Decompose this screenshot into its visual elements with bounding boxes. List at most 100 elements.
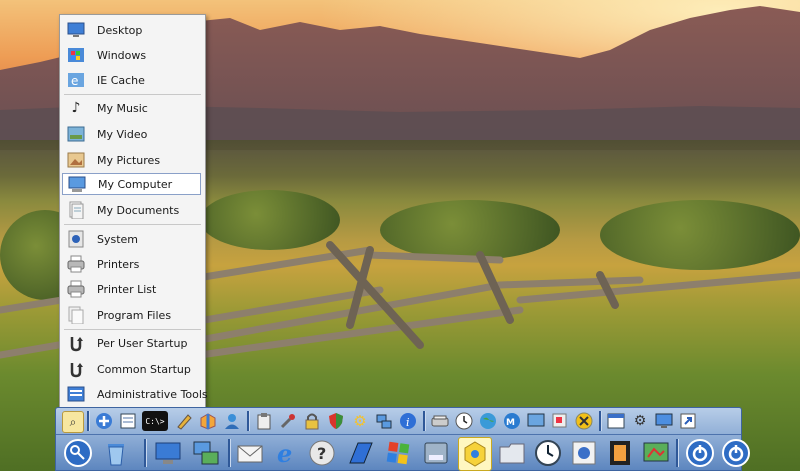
flag-icon[interactable] (344, 437, 376, 469)
menu-item-label: My Video (97, 127, 148, 141)
info-icon[interactable]: i (398, 411, 418, 431)
dock-divider (144, 439, 147, 467)
disk-icon[interactable] (420, 437, 452, 469)
svg-text:i: i (406, 416, 410, 429)
menu-item-my-computer[interactable]: My Computer (62, 173, 201, 195)
gear-icon[interactable]: ⚙ (350, 411, 370, 431)
menu-item-label: Desktop (97, 23, 143, 37)
scanner-icon[interactable] (430, 411, 450, 431)
ie-cache-icon: e (66, 70, 86, 90)
menu-item-desktop[interactable]: Desktop (62, 19, 201, 41)
command-prompt-icon[interactable]: C:\> (142, 411, 168, 431)
search-icon[interactable]: ⌕ (62, 411, 84, 433)
start-menu: Desktop Windows e IE Cache ♪ My Music My… (59, 14, 208, 408)
menu-item-windows[interactable]: Windows (62, 44, 201, 66)
close-circle-icon[interactable] (574, 411, 594, 431)
menu-item-label: My Pictures (97, 153, 161, 167)
lock-icon[interactable] (302, 411, 322, 431)
menu-item-ie-cache[interactable]: e IE Cache (62, 69, 201, 91)
menu-item-label: My Documents (97, 203, 180, 217)
tools-icon[interactable] (278, 411, 298, 431)
messenger-icon[interactable]: M (502, 411, 522, 431)
system-icon (66, 229, 86, 249)
taskbar-dock: ⌕ C:\> ⚙ i M ⚙ e ? (55, 407, 750, 471)
menu-item-system[interactable]: System (62, 228, 201, 250)
menu-item-label: Per User Startup (97, 336, 188, 350)
key-icon[interactable] (62, 437, 94, 469)
add-icon[interactable] (94, 411, 114, 431)
window-icon[interactable] (606, 411, 626, 431)
menu-item-my-pictures[interactable]: My Pictures (62, 149, 201, 171)
menu-item-label: Administrative Tools (97, 387, 208, 401)
pictures-icon (66, 150, 86, 170)
windows-icon[interactable] (550, 411, 570, 431)
menu-item-per-user-startup[interactable]: Per User Startup (62, 332, 201, 354)
display-icon[interactable] (526, 411, 546, 431)
computer-icon (67, 174, 87, 194)
desktop-icon (66, 20, 86, 40)
menu-item-label: System (97, 232, 139, 246)
settings-icon[interactable]: ⚙ (630, 411, 650, 431)
paint-icon[interactable] (640, 437, 672, 469)
menu-item-my-music[interactable]: ♪ My Music (62, 97, 201, 119)
svg-text:e: e (71, 74, 78, 88)
power-icon[interactable] (684, 437, 716, 469)
shortcut-icon[interactable] (678, 411, 698, 431)
internet-explorer-icon[interactable]: e (270, 437, 302, 469)
media-icon[interactable] (568, 437, 600, 469)
program-files-icon (66, 305, 86, 325)
clipboard-icon[interactable] (254, 411, 274, 431)
user-icon[interactable] (222, 411, 242, 431)
clock-icon[interactable] (454, 411, 474, 431)
main-dock-row: e ? (56, 435, 750, 471)
dock-divider (676, 439, 679, 467)
menu-item-printers[interactable]: Printers (62, 253, 201, 275)
documents-icon (66, 200, 86, 220)
printer-list-icon (66, 279, 86, 299)
computer-network-icon[interactable] (190, 437, 222, 469)
menu-item-printer-list[interactable]: Printer List (62, 278, 201, 300)
dock-divider (228, 439, 231, 467)
menu-item-administrative-tools[interactable]: Administrative Tools (62, 383, 208, 405)
monitor-icon[interactable] (654, 411, 674, 431)
menu-item-common-startup[interactable]: Common Startup (62, 358, 201, 380)
menu-item-label: Common Startup (97, 362, 191, 376)
network-icon[interactable] (374, 411, 394, 431)
quick-launch-row: ⌕ C:\> ⚙ i M ⚙ (56, 408, 741, 435)
shield-icon[interactable] (326, 411, 346, 431)
toolbar-divider (423, 411, 426, 431)
globe-icon[interactable] (478, 411, 498, 431)
menu-item-label: My Music (97, 101, 148, 115)
notepad-icon[interactable] (118, 411, 138, 431)
recycle-bin-icon[interactable] (100, 437, 132, 469)
shutdown-icon[interactable] (720, 437, 752, 469)
windows-logo-icon[interactable] (382, 437, 414, 469)
help-icon[interactable]: ? (306, 437, 338, 469)
menu-item-label: Printer List (97, 282, 157, 296)
mail-icon[interactable] (234, 437, 266, 469)
pencil-icon[interactable] (174, 411, 194, 431)
film-icon[interactable] (604, 437, 636, 469)
toolbar-divider (599, 411, 602, 431)
startup-arrow-icon (66, 359, 86, 379)
menu-item-program-files[interactable]: Program Files (62, 304, 201, 326)
startup-arrow-icon (66, 333, 86, 353)
toolbar-divider (247, 411, 250, 431)
menu-separator (64, 329, 201, 330)
menu-item-my-video[interactable]: My Video (62, 123, 201, 145)
svg-text:M: M (506, 418, 515, 428)
menu-item-my-documents[interactable]: My Documents (62, 199, 201, 221)
menu-item-label: My Computer (98, 177, 173, 191)
menu-item-label: Program Files (97, 308, 172, 322)
printer-icon (66, 254, 86, 274)
menu-item-label: IE Cache (97, 73, 145, 87)
menu-separator (64, 224, 201, 225)
toolbar-divider (87, 411, 90, 431)
folder-icon[interactable] (496, 437, 528, 469)
video-icon (66, 124, 86, 144)
desktop-monitor-icon[interactable] (152, 437, 184, 469)
package-icon[interactable] (198, 411, 218, 431)
burn-icon[interactable] (458, 437, 492, 471)
menu-item-label: Printers (97, 257, 140, 271)
clock-icon[interactable] (532, 437, 564, 469)
